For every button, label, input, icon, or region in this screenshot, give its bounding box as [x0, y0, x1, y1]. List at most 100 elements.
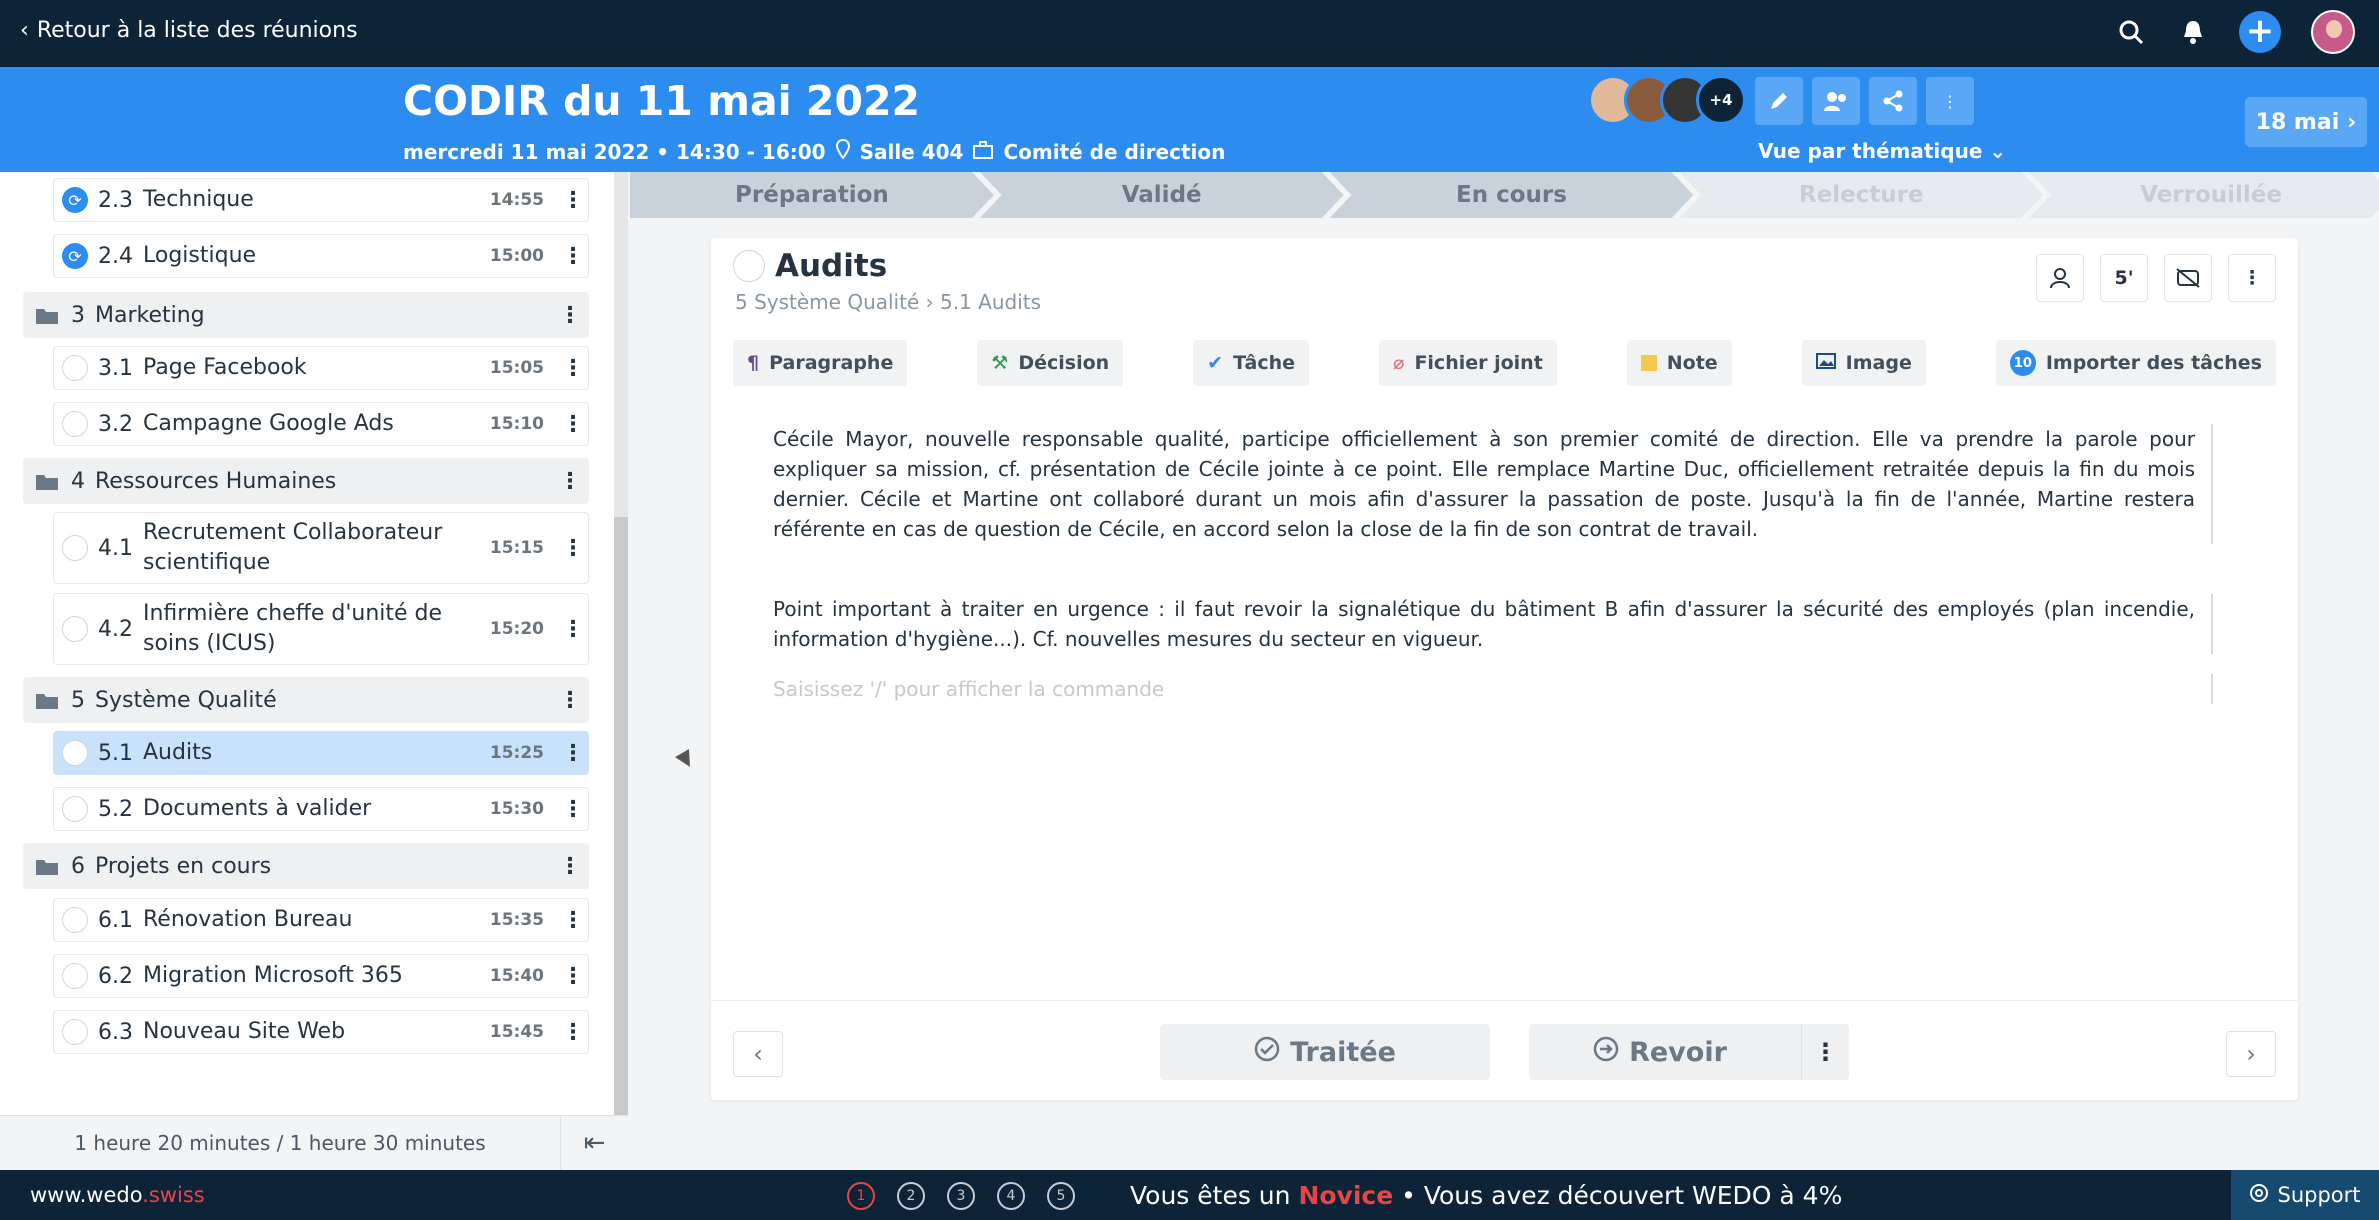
level-dot[interactable]: 1 — [847, 1182, 875, 1210]
item-title: Infirmière cheffe d'unité de soins (ICUS… — [143, 601, 443, 656]
add-attachment-button[interactable]: ⌀ Fichier joint — [1378, 340, 1557, 386]
more-vertical-icon[interactable]: ⋮ — [562, 412, 584, 437]
collapse-sidebar-icon[interactable]: ⇤ — [560, 1116, 628, 1170]
more-vertical-icon[interactable]: ⋮ — [562, 536, 584, 561]
item-number: 6.3 — [98, 1019, 133, 1045]
agenda-item[interactable]: 4.2 Infirmière cheffe d'unité de soins (… — [53, 593, 589, 665]
more-vertical-icon[interactable]: ⋮ — [562, 244, 584, 269]
agenda-item[interactable]: 4.1 Recrutement Collaborateur scientifiq… — [53, 512, 589, 584]
add-paragraph-button[interactable]: ¶ Paragraphe — [733, 340, 908, 386]
more-vertical-icon[interactable]: ⋮ — [2228, 254, 2276, 302]
agenda-item[interactable]: ⟳ 2.3 Technique 14:55 ⋮ — [53, 178, 589, 222]
level-dot[interactable]: 5 — [1047, 1182, 1075, 1210]
item-time: 15:30 — [489, 799, 544, 819]
paragraph-block[interactable]: Point important à traiter en urgence : i… — [773, 594, 2213, 654]
block-toolbar: ¶ Paragraphe ⚒ Décision ✔ Tâche ⌀ Fichie… — [733, 340, 2276, 386]
topic-status-circle[interactable] — [733, 250, 765, 282]
more-vertical-icon[interactable]: ⋮ — [559, 303, 581, 328]
mark-treated-button[interactable]: Traitée — [1160, 1024, 1490, 1080]
more-vertical-icon[interactable]: ⋮ — [562, 741, 584, 766]
add-task-button[interactable]: ✔ Tâche — [1193, 340, 1310, 386]
view-by-dropdown[interactable]: Vue par thématique ⌄ — [1758, 139, 2006, 163]
agenda-item[interactable]: 3.1 Page Facebook 15:05 ⋮ — [53, 346, 589, 390]
step-validated[interactable]: Validé — [979, 172, 1344, 218]
agenda-item[interactable]: 5.2 Documents à valider 15:30 ⋮ — [53, 787, 589, 831]
previous-topic-button[interactable]: ‹ — [733, 1031, 783, 1077]
item-time: 15:20 — [489, 619, 544, 639]
add-icon[interactable]: + — [2239, 11, 2281, 53]
search-icon[interactable] — [2115, 16, 2147, 48]
duration-button[interactable]: 5' — [2100, 254, 2148, 302]
add-image-button[interactable]: Image — [1801, 340, 1926, 386]
level-dot[interactable]: 2 — [897, 1182, 925, 1210]
agenda-section[interactable]: 6 Projets en cours ⋮ — [23, 843, 589, 889]
user-avatar[interactable] — [2311, 10, 2355, 54]
folder-icon — [35, 857, 59, 875]
item-number: 2.4 — [98, 243, 133, 269]
add-note-button[interactable]: Note — [1626, 340, 1732, 386]
step-locked[interactable]: Verrouillée — [2029, 172, 2379, 218]
status-circle[interactable] — [62, 616, 88, 642]
level-dot[interactable]: 3 — [947, 1182, 975, 1210]
topic-content[interactable]: Cécile Mayor, nouvelle responsable quali… — [773, 424, 2213, 704]
agenda-item[interactable]: ⟳ 2.4 Logistique 15:00 ⋮ — [53, 234, 589, 278]
location-icon — [835, 138, 850, 164]
view-by-label: Vue par thématique — [1758, 139, 1983, 163]
review-button[interactable]: Revoir ⋮ — [1529, 1024, 1849, 1080]
site-suffix: .swiss — [142, 1183, 205, 1207]
status-circle[interactable] — [62, 1019, 88, 1045]
msg-level: Novice — [1298, 1181, 1394, 1210]
status-circle[interactable] — [62, 411, 88, 437]
more-vertical-icon[interactable]: ⋮ — [562, 908, 584, 933]
more-vertical-icon[interactable]: ⋮ — [562, 617, 584, 642]
step-preparation[interactable]: Préparation — [630, 172, 994, 218]
more-vertical-icon[interactable]: ⋮ — [562, 964, 584, 989]
back-to-meetings-link[interactable]: ‹ Retour à la liste des réunions — [20, 18, 358, 43]
scrollbar-thumb[interactable] — [614, 517, 628, 1120]
agenda-sidebar: ⟳ 2.3 Technique 14:55 ⋮ ⟳ 2.4 Logistique… — [0, 172, 628, 1120]
more-vertical-icon[interactable]: ⋮ — [562, 797, 584, 822]
more-vertical-icon[interactable]: ⋮ — [559, 469, 581, 494]
add-decision-button[interactable]: ⚒ Décision — [977, 340, 1124, 386]
share-icon[interactable] — [1869, 77, 1917, 125]
agenda-section[interactable]: 3 Marketing ⋮ — [23, 292, 589, 338]
agenda-item[interactable]: 6.1 Rénovation Bureau 15:35 ⋮ — [53, 898, 589, 942]
status-circle[interactable] — [62, 355, 88, 381]
next-meeting-button[interactable]: 18 mai › — [2245, 97, 2367, 147]
attendees[interactable]: +4 — [1588, 75, 1746, 125]
pencil-icon[interactable] — [1755, 77, 1803, 125]
more-vertical-icon[interactable]: ⋮ — [562, 188, 584, 213]
agenda-item-selected[interactable]: 5.1 Audits 15:25 ⋮ — [53, 731, 589, 775]
support-button[interactable]: Support — [2231, 1170, 2379, 1220]
more-vertical-icon[interactable]: ⋮ — [562, 1020, 584, 1045]
agenda-section[interactable]: 5 Système Qualité ⋮ — [23, 677, 589, 723]
level-dot[interactable]: 4 — [997, 1182, 1025, 1210]
import-tasks-button[interactable]: 10 Importer des tâches — [1995, 340, 2276, 386]
editor-placeholder[interactable]: Saisissez '/' pour afficher la commande — [773, 674, 2213, 704]
user-icon[interactable] — [2036, 254, 2084, 302]
agenda-item[interactable]: 3.2 Campagne Google Ads 15:10 ⋮ — [53, 402, 589, 446]
step-review[interactable]: Relecture — [1679, 172, 2044, 218]
users-icon[interactable] — [1812, 77, 1860, 125]
more-vertical-icon[interactable]: ⋮ — [1926, 77, 1974, 125]
next-topic-button[interactable]: › — [2226, 1031, 2276, 1077]
agenda-item[interactable]: 6.3 Nouveau Site Web 15:45 ⋮ — [53, 1010, 589, 1054]
step-in-progress[interactable]: En cours — [1329, 172, 1694, 218]
status-circle[interactable] — [62, 740, 88, 766]
agenda-item[interactable]: 6.2 Migration Microsoft 365 15:40 ⋮ — [53, 954, 589, 998]
bell-icon[interactable] — [2177, 16, 2209, 48]
status-circle[interactable] — [62, 963, 88, 989]
more-vertical-icon[interactable]: ⋮ — [562, 356, 584, 381]
status-circle[interactable] — [62, 535, 88, 561]
more-vertical-icon[interactable]: ⋮ — [559, 854, 581, 879]
repeat-off-icon[interactable] — [2164, 254, 2212, 302]
status-circle[interactable] — [62, 907, 88, 933]
agenda-section[interactable]: 4 Ressources Humaines ⋮ — [23, 458, 589, 504]
more-vertical-icon[interactable]: ⋮ — [559, 688, 581, 713]
more-vertical-icon[interactable]: ⋮ — [1801, 1024, 1849, 1080]
status-circle[interactable] — [62, 796, 88, 822]
more-attendees-badge[interactable]: +4 — [1696, 75, 1746, 125]
paragraph-block[interactable]: Cécile Mayor, nouvelle responsable quali… — [773, 424, 2213, 544]
meeting-header: CODIR du 11 mai 2022 mercredi 11 mai 202… — [0, 67, 2379, 172]
site-link[interactable]: www.wedo.swiss — [30, 1183, 205, 1207]
